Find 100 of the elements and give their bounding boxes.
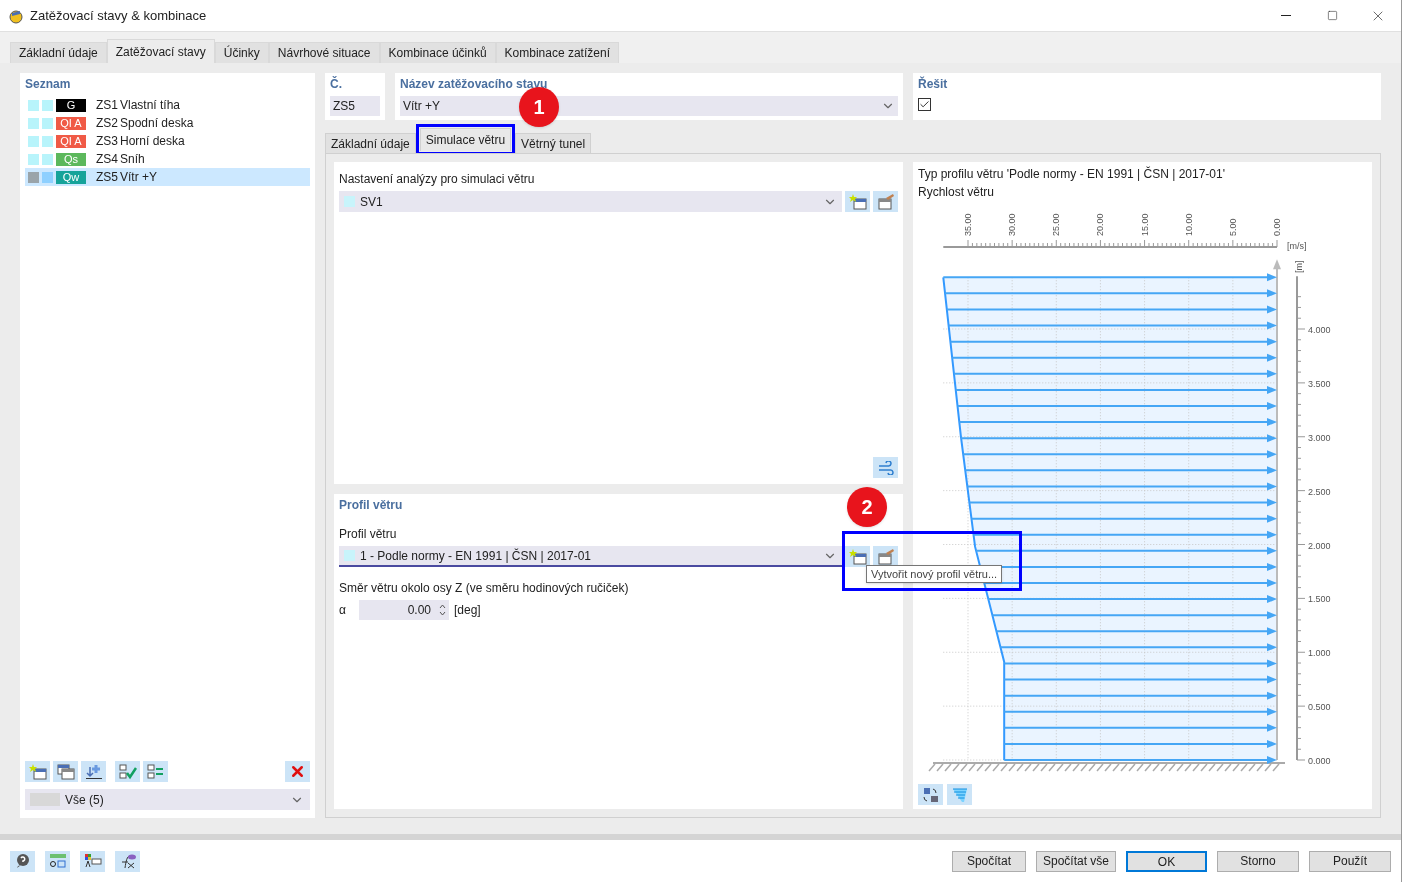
- tab[interactable]: Návrhové situace: [268, 42, 380, 63]
- tab[interactable]: Účinky: [214, 42, 269, 63]
- x-tick-label: 35.00: [963, 213, 973, 236]
- wind-settings-button[interactable]: [873, 457, 898, 478]
- load-case-id: ZS4: [96, 151, 118, 168]
- display-button[interactable]: [80, 850, 105, 872]
- formula-button[interactable]: [115, 850, 140, 872]
- new-profile-button[interactable]: [845, 546, 870, 567]
- profile-label: Profil větru: [339, 526, 398, 543]
- load-case-id: ZS5: [96, 169, 118, 186]
- wind-profile-icon: [951, 786, 968, 803]
- tab[interactable]: Zatěžovací stavy: [106, 39, 215, 63]
- x-tick-label: 10.00: [1183, 213, 1194, 236]
- load-case-name: Horní deska: [120, 133, 185, 150]
- profile-title: Profil větru: [339, 497, 403, 514]
- subtab[interactable]: Simulace větru: [419, 128, 512, 151]
- chart-subtitle: Rychlost větru: [918, 184, 996, 201]
- status-square-icon: [42, 99, 53, 111]
- edit-window-icon: [876, 193, 895, 210]
- angle-unit: [deg]: [454, 602, 481, 619]
- delete-button[interactable]: [285, 761, 310, 782]
- list-item[interactable]: QI A ZS2 Spodní deska: [25, 114, 310, 132]
- insert-button[interactable]: [81, 761, 106, 782]
- y-tick-label: 3.500: [1308, 378, 1331, 389]
- check-all-button[interactable]: [115, 761, 140, 782]
- new-load-case-button[interactable]: [25, 761, 50, 782]
- y-tick-label: 3.000: [1308, 432, 1331, 443]
- number-label: Č.: [330, 75, 343, 93]
- minimize-icon: [1281, 15, 1291, 16]
- ruler-decimal-icon: [48, 853, 67, 869]
- app-icon: [8, 7, 24, 24]
- new-window-icon: [848, 193, 867, 210]
- load-case-name: Sníh: [120, 151, 145, 168]
- x-tick-label: 0.00: [1272, 218, 1282, 236]
- y-tick-label: 0.000: [1308, 756, 1331, 766]
- spin-arrows-icon: [439, 603, 446, 617]
- tab[interactable]: Základní údaje: [10, 42, 107, 63]
- number-field[interactable]: ZS5: [330, 96, 380, 116]
- copy-load-case-button[interactable]: [53, 761, 78, 782]
- list-item[interactable]: QI A ZS3 Horní deska: [25, 132, 310, 150]
- y-tick-label: 2.500: [1308, 486, 1331, 497]
- status-square-icon: [42, 135, 53, 147]
- delete-icon: [289, 763, 306, 780]
- x-tick-label: 20.00: [1095, 213, 1106, 236]
- analysis-dropdown[interactable]: SV1: [339, 191, 842, 212]
- analysis-label: Nastavení analýzy pro simulaci větru: [339, 171, 536, 188]
- edit-analysis-button[interactable]: [873, 191, 898, 212]
- y-tick-label: 0.500: [1308, 702, 1331, 713]
- color-grid-icon: [83, 853, 102, 869]
- status-square-icon: [42, 171, 53, 183]
- filter-swatch-icon: [30, 793, 60, 806]
- units-button[interactable]: [45, 850, 70, 872]
- edit-window-icon: [876, 548, 895, 565]
- swap-view-icon: [921, 786, 940, 803]
- solve-checkbox[interactable]: [918, 98, 931, 111]
- subtab[interactable]: Základní údaje: [325, 133, 416, 153]
- edit-profile-button[interactable]: [873, 546, 898, 567]
- load-case-name: Vlastní tíha: [120, 97, 181, 114]
- x-tick-label: 30.00: [1007, 213, 1018, 236]
- dialog-button[interactable]: OK: [1126, 850, 1207, 872]
- category-tag: Qs: [56, 152, 86, 166]
- load-case-id: ZS3: [96, 133, 118, 150]
- tooltip: Vytvořit nový profil větru...: [866, 565, 1003, 583]
- dialog-button[interactable]: Spočítat: [951, 850, 1026, 872]
- list-item[interactable]: Qs ZS4 Sníh: [25, 150, 310, 168]
- checkbox-tick-icon: [118, 763, 137, 780]
- y-axis-unit: [m]: [1294, 260, 1304, 273]
- swatch-icon: [344, 550, 355, 561]
- status-square-icon: [28, 135, 39, 147]
- y-tick-label: 1.500: [1308, 594, 1331, 605]
- swatch-icon: [344, 196, 355, 207]
- x-tick-label: 5.00: [1227, 218, 1238, 236]
- list-item[interactable]: G ZS1 Vlastní tíha: [25, 96, 310, 114]
- status-square-icon: [42, 117, 53, 129]
- new-analysis-button[interactable]: [845, 191, 870, 212]
- swap-view-button[interactable]: [918, 784, 943, 805]
- filter-dropdown[interactable]: Vše (5): [25, 789, 310, 810]
- category-tag: Qw: [56, 170, 86, 184]
- profile-dropdown[interactable]: 1 - Podle normy - EN 1991 | ČSN | 2017-01: [339, 546, 842, 567]
- help-icon: [14, 853, 31, 869]
- list-item[interactable]: Qw ZS5 Vítr +Y: [25, 168, 310, 186]
- dialog-button[interactable]: Spočítat vše: [1035, 850, 1116, 872]
- status-square-icon: [28, 99, 39, 111]
- help-button[interactable]: [10, 850, 35, 872]
- x-tick-label: 25.00: [1051, 213, 1062, 236]
- tab[interactable]: Kombinace zatížení: [495, 42, 619, 63]
- dialog-button[interactable]: Storno: [1217, 850, 1299, 872]
- solve-label: Řešit: [918, 75, 949, 93]
- tab[interactable]: Kombinace účinků: [379, 42, 496, 63]
- status-square-icon: [28, 171, 39, 183]
- angle-spinbox[interactable]: 0.00: [359, 600, 449, 620]
- direction-label: Směr větru okolo osy Z (ve směru hodinových ručiček): [339, 580, 630, 597]
- subtab[interactable]: Větrný tunel: [515, 133, 592, 153]
- toggle-check-button[interactable]: [143, 761, 168, 782]
- load-case-name: Spodní deska: [120, 115, 194, 132]
- list-title: Seznam: [25, 76, 72, 93]
- category-tag: G: [56, 98, 86, 112]
- chart-title: Typ profilu větru 'Podle normy - EN 1991 | ČSN | 2017-01': [918, 165, 1226, 183]
- dialog-button[interactable]: Použít: [1309, 850, 1391, 872]
- status-square-icon: [28, 117, 39, 129]
